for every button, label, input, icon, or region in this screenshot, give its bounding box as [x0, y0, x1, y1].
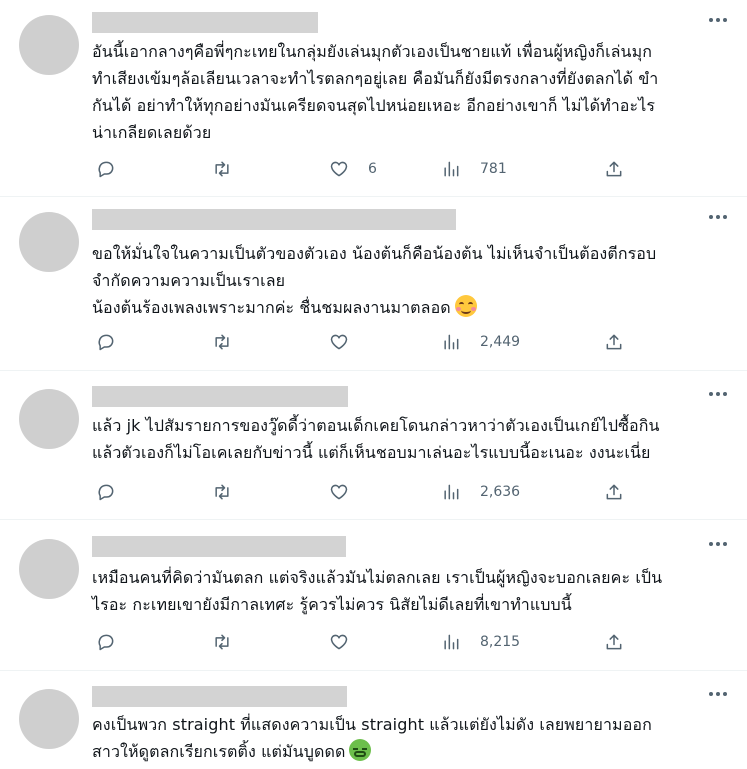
tweet-text-line: แล้วตัวเองก็ไม่โอเคเลยกับข่าวนี้ แต่ก็เห… [92, 443, 651, 462]
more-options-icon[interactable] [707, 209, 729, 225]
share-icon [606, 334, 622, 350]
reply-icon [98, 634, 114, 651]
divider [0, 519, 747, 520]
retweet-icon [215, 634, 229, 650]
retweet-button[interactable] [212, 630, 251, 654]
views-count: 2,449 [480, 334, 521, 350]
share-button[interactable] [604, 630, 624, 654]
redacted-username [92, 386, 348, 407]
tweet-text-line: แล้ว jk ไปสัมรายการของวู๊ดดี้ว่าตอนเด็กเ… [92, 416, 660, 435]
like-button[interactable] [329, 630, 368, 654]
tweet-text: อันนี้เอากลางๆคือพี่ๆกะเทยในกลุ่มยังเล่น… [92, 38, 722, 146]
like-count: 6 [368, 161, 377, 177]
more-options-icon[interactable] [707, 12, 729, 28]
heart-icon [330, 161, 348, 177]
avatar[interactable] [19, 689, 79, 749]
tweet-text-line: อันนี้เอากลางๆคือพี่ๆกะเทยในกลุ่มยังเล่น… [92, 42, 653, 61]
divider [0, 196, 747, 197]
tweet-text-line-content: น้องต้นร้องเพลงเพราะมากค่ะ ชื่นชมผลงานมา… [92, 298, 451, 317]
share-button[interactable] [604, 157, 624, 181]
reply-icon [98, 484, 114, 501]
retweet-icon [215, 334, 229, 350]
views-icon [444, 634, 459, 650]
tweet-5[interactable]: คงเป็นพวก straight ที่แสดงความเป็น strai… [0, 680, 747, 769]
more-options-icon[interactable] [707, 686, 729, 702]
action-bar: 2,636 [96, 480, 636, 504]
views-button[interactable]: 2,636 [441, 480, 520, 504]
redacted-username [92, 12, 318, 33]
more-options-icon[interactable] [707, 536, 729, 552]
retweet-button[interactable] [212, 480, 251, 504]
smiling-face-emoji [454, 295, 477, 317]
share-icon [606, 161, 622, 177]
retweet-icon [215, 161, 229, 177]
avatar[interactable] [19, 389, 79, 449]
share-button[interactable] [604, 330, 624, 354]
heart-icon [330, 634, 348, 650]
tweet-text-line: กันได้ อย่าทำให้ทุกอย่างมันเครียดจนสุดไป… [92, 96, 656, 115]
redacted-username [92, 209, 456, 230]
reply-feed: อันนี้เอากลางๆคือพี่ๆกะเทยในกลุ่มยังเล่น… [0, 0, 747, 769]
views-count: 781 [480, 161, 507, 177]
avatar[interactable] [19, 539, 79, 599]
retweet-icon [215, 484, 229, 500]
like-button[interactable] [329, 330, 368, 354]
tweet-text-line: น่าเกลียดเลยด้วย [92, 123, 212, 142]
views-button[interactable]: 781 [441, 157, 507, 181]
heart-icon [330, 484, 348, 500]
retweet-button[interactable] [212, 330, 251, 354]
avatar[interactable] [19, 15, 79, 75]
reply-button[interactable] [96, 330, 135, 354]
avatar[interactable] [19, 212, 79, 272]
nauseated-face-emoji [349, 739, 372, 761]
action-bar: 8,215 [96, 630, 636, 654]
tweet-text-line-content: สาวให้ดูตลกเรียกเรตติ้ง แต่มันบูดดด [92, 742, 346, 761]
redacted-username [92, 686, 347, 707]
share-button[interactable] [604, 480, 624, 504]
tweet-2[interactable]: ขอให้มั่นใจในความเป็นตัวของตัวเอง น้องต้… [0, 203, 747, 365]
reply-button[interactable] [96, 480, 135, 504]
tweet-4[interactable]: เหมือนคนที่คิดว่ามันตลก แต่จริงแล้วมันไม… [0, 530, 747, 665]
tweet-text: คงเป็นพวก straight ที่แสดงความเป็น strai… [92, 711, 722, 765]
reply-icon [98, 334, 114, 351]
tweet-text-line: เหมือนคนที่คิดว่ามันตลก แต่จริงแล้วมันไม… [92, 568, 663, 587]
tweet-text: เหมือนคนที่คิดว่ามันตลก แต่จริงแล้วมันไม… [92, 564, 722, 618]
reply-icon [98, 161, 114, 178]
action-bar: 6 781 [96, 157, 636, 181]
more-options-icon[interactable] [707, 386, 729, 402]
like-button[interactable] [329, 480, 368, 504]
views-count: 2,636 [480, 484, 521, 500]
tweet-text: ขอให้มั่นใจในความเป็นตัวของตัวเอง น้องต้… [92, 240, 722, 321]
tweet-text-line: ทำเสียงเข้มๆล้อเลียนเวลาจะทำไรตลกๆอยู่เล… [92, 69, 659, 88]
heart-icon [330, 334, 348, 350]
tweet-3[interactable]: แล้ว jk ไปสัมรายการของวู๊ดดี้ว่าตอนเด็กเ… [0, 380, 747, 515]
reply-button[interactable] [96, 157, 135, 181]
divider [0, 670, 747, 671]
tweet-text-line: คงเป็นพวก straight ที่แสดงความเป็น strai… [92, 715, 652, 734]
redacted-username [92, 536, 346, 557]
retweet-button[interactable] [212, 157, 251, 181]
views-icon [444, 334, 459, 350]
reply-button[interactable] [96, 630, 135, 654]
tweet-text-line: จำกัดความความเป็นเราเลย [92, 271, 286, 290]
tweet-text-line: สาวให้ดูตลกเรียกเรตติ้ง แต่มันบูดดด [92, 738, 722, 765]
views-button[interactable]: 2,449 [441, 330, 520, 354]
divider [0, 370, 747, 371]
action-bar: 2,449 [96, 330, 636, 354]
tweet-1[interactable]: อันนี้เอากลางๆคือพี่ๆกะเทยในกลุ่มยังเล่น… [0, 6, 747, 192]
tweet-text-line: ขอให้มั่นใจในความเป็นตัวของตัวเอง น้องต้… [92, 244, 657, 263]
like-button[interactable]: 6 [329, 157, 377, 181]
views-icon [444, 161, 459, 177]
tweet-text: แล้ว jk ไปสัมรายการของวู๊ดดี้ว่าตอนเด็กเ… [92, 412, 722, 466]
views-count: 8,215 [480, 634, 521, 650]
share-icon [606, 484, 622, 500]
share-icon [606, 634, 622, 650]
views-icon [444, 484, 459, 500]
views-button[interactable]: 8,215 [441, 630, 520, 654]
tweet-text-line: ไรอะ กะเทยเขายังมีกาลเทศะ รู้ควรไม่ควร น… [92, 595, 572, 614]
tweet-text-line: น้องต้นร้องเพลงเพราะมากค่ะ ชื่นชมผลงานมา… [92, 294, 722, 321]
